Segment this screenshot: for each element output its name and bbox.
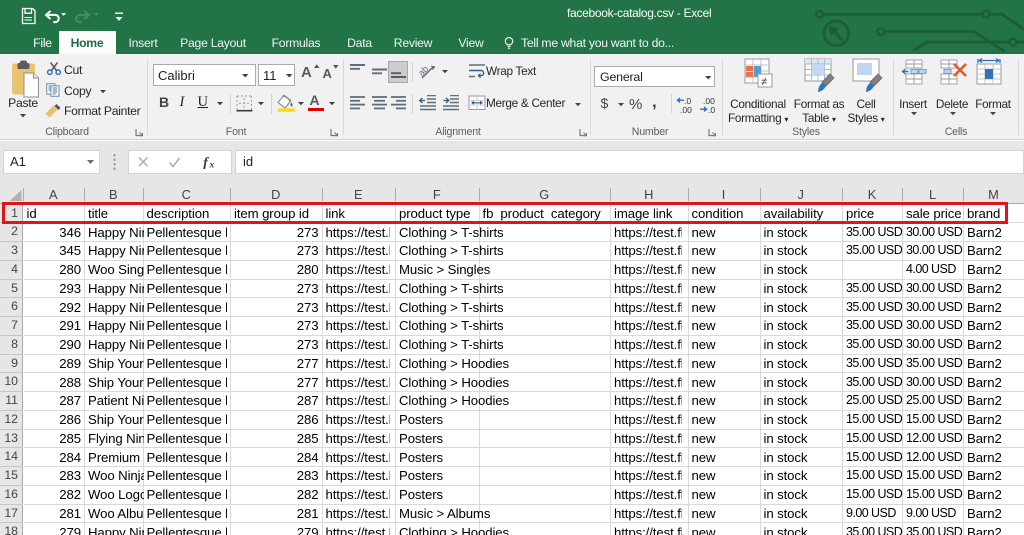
- svg-text:≠: ≠: [761, 76, 767, 88]
- svg-text:.00: .00: [680, 105, 692, 114]
- svg-text:ab: ab: [419, 64, 430, 78]
- svg-text:x: x: [209, 161, 215, 170]
